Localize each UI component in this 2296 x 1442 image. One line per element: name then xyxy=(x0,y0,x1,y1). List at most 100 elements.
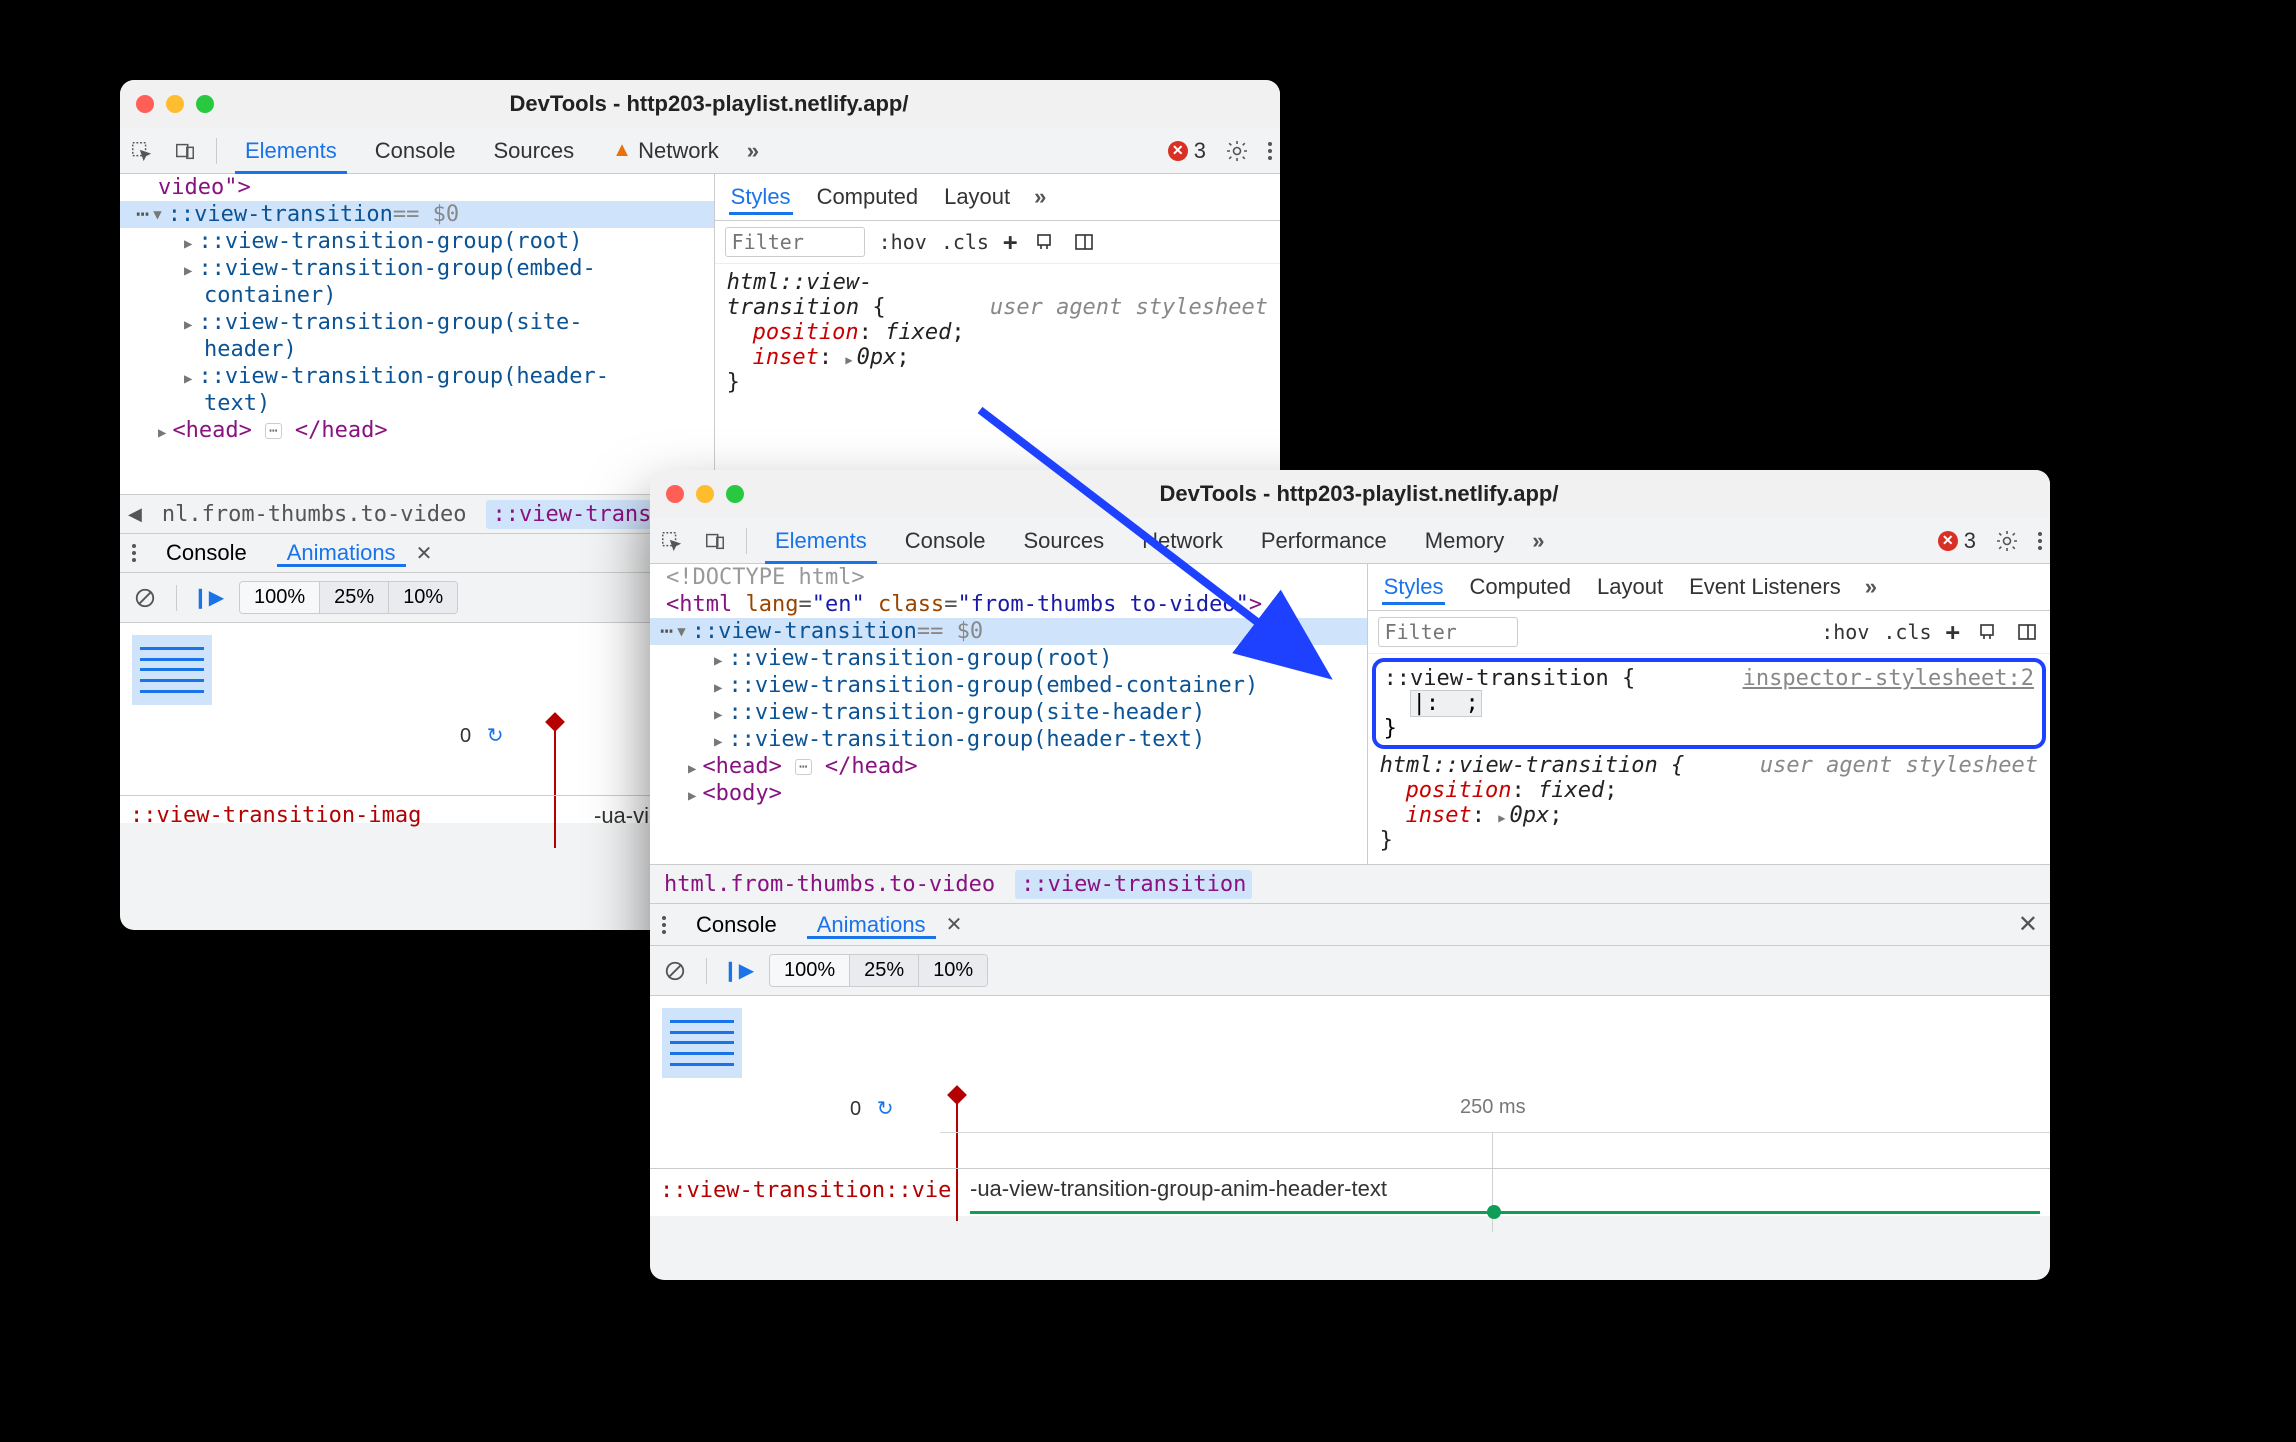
expand-icon[interactable]: ▶ xyxy=(714,707,728,723)
expand-icon[interactable]: ▶ xyxy=(714,653,728,669)
crumb-prev-icon[interactable]: ◀ xyxy=(128,504,142,525)
animation-thumb[interactable] xyxy=(662,1008,742,1078)
minimize-dot[interactable] xyxy=(166,95,184,113)
drawer-tab-console[interactable]: Console xyxy=(686,912,787,938)
tab-network[interactable]: ▲ Network xyxy=(602,128,729,173)
tab-styles[interactable]: Styles xyxy=(729,180,793,214)
track-selector[interactable]: ::view-transition::vie xyxy=(660,1178,951,1203)
titlebar[interactable]: DevTools - http203-playlist.netlify.app/ xyxy=(120,80,1280,128)
tab-computed[interactable]: Computed xyxy=(1467,570,1573,604)
dom-node[interactable]: ::view-transition-group(root) xyxy=(198,229,582,254)
kebab-icon[interactable] xyxy=(1268,142,1272,160)
error-badge[interactable]: ✕3 xyxy=(1168,138,1206,164)
rule-source[interactable]: user agent stylesheet xyxy=(990,295,1268,320)
minimize-dot[interactable] xyxy=(696,485,714,503)
dom-node[interactable]: header) xyxy=(204,337,297,362)
playhead-line[interactable] xyxy=(956,1101,958,1221)
dom-node[interactable]: ::view-transition-group(site- xyxy=(198,310,582,335)
dom-node[interactable]: container) xyxy=(204,283,336,308)
speed-10[interactable]: 10% xyxy=(919,955,987,986)
css-property[interactable]: inset xyxy=(1380,803,1472,828)
device-icon[interactable] xyxy=(172,138,198,164)
breadcrumbs[interactable]: html.from-thumbs.to-video ::view-transit… xyxy=(650,864,2050,904)
tab-styles[interactable]: Styles xyxy=(1382,570,1446,604)
tab-console[interactable]: Console xyxy=(365,128,466,173)
new-css-rule-highlight[interactable]: ::view-transition { inspector-stylesheet… xyxy=(1372,658,2046,749)
speed-100[interactable]: 100% xyxy=(240,582,320,613)
replay-icon[interactable]: ↻ xyxy=(877,1098,894,1120)
rule-source[interactable]: user agent stylesheet xyxy=(1760,753,2038,778)
crumb-item-selected[interactable]: ::view-transition xyxy=(1015,870,1252,899)
dom-node[interactable]: video"> xyxy=(136,175,251,200)
animation-name[interactable]: -ua-view-transition-group-anim-header-te… xyxy=(970,1176,1387,1202)
drawer-tab-console[interactable]: Console xyxy=(156,540,257,566)
styles-filter-input[interactable] xyxy=(1378,617,1518,647)
tab-elements[interactable]: Elements xyxy=(765,518,877,563)
drawer-tab-animations[interactable]: Animations xyxy=(277,540,406,566)
close-drawer-icon[interactable]: ✕ xyxy=(2018,910,2038,939)
tab-sources[interactable]: Sources xyxy=(483,128,584,173)
keyframe-ball-icon[interactable] xyxy=(1487,1205,1501,1219)
dom-node[interactable]: </head> xyxy=(295,418,388,443)
dom-node[interactable]: <!DOCTYPE html> xyxy=(666,565,865,590)
close-dot[interactable] xyxy=(136,95,154,113)
dom-node[interactable]: text) xyxy=(204,391,270,416)
dom-node[interactable]: <head> xyxy=(702,754,781,779)
clear-icon[interactable] xyxy=(132,585,158,611)
animation-timeline[interactable]: 0 ↻ 250 ms ::view-transition::vie -ua-vi… xyxy=(650,996,2050,1216)
inspect-icon[interactable] xyxy=(658,528,684,554)
tab-event-listeners[interactable]: Event Listeners xyxy=(1687,570,1843,604)
animation-thumb[interactable] xyxy=(132,635,212,705)
play-icon[interactable]: ❙▶ xyxy=(195,585,221,611)
dom-tree[interactable]: video"> ⋯ ▼ ::view-transition == $0 ▶::v… xyxy=(120,174,715,494)
expand-icon[interactable]: ▶ xyxy=(688,761,702,777)
expand-icon[interactable]: ▼ xyxy=(153,207,167,223)
cls-button[interactable]: .cls xyxy=(1883,620,1931,644)
expand-icon[interactable]: ▶ xyxy=(184,371,198,387)
panel-layout-icon[interactable] xyxy=(1071,229,1097,255)
dom-node[interactable]: ::view-transition-group(embed- xyxy=(198,256,595,281)
speed-25[interactable]: 25% xyxy=(320,582,389,613)
crumb-item[interactable]: nl.from-thumbs.to-video xyxy=(156,500,473,529)
tab-elements[interactable]: Elements xyxy=(235,128,347,173)
play-icon[interactable]: ❙▶ xyxy=(725,958,751,984)
gear-icon[interactable] xyxy=(1994,528,2020,554)
zoom-dot[interactable] xyxy=(726,485,744,503)
css-property[interactable]: position xyxy=(1380,778,1512,803)
tab-computed[interactable]: Computed xyxy=(815,180,921,214)
playhead-line[interactable] xyxy=(554,728,556,848)
close-tab-icon[interactable]: ✕ xyxy=(946,912,963,937)
expand-icon[interactable]: ▶ xyxy=(184,263,198,279)
clear-icon[interactable] xyxy=(662,958,688,984)
gear-icon[interactable] xyxy=(1224,138,1250,164)
device-icon[interactable] xyxy=(702,528,728,554)
more-tabs-icon[interactable]: » xyxy=(1865,574,1877,600)
expand-icon[interactable]: ▶ xyxy=(158,425,172,441)
dom-node[interactable]: </head> xyxy=(825,754,918,779)
panel-layout-icon[interactable] xyxy=(2014,619,2040,645)
speed-25[interactable]: 25% xyxy=(850,955,919,986)
more-tabs-icon[interactable]: » xyxy=(1532,528,1544,554)
close-tab-icon[interactable]: ✕ xyxy=(416,541,433,566)
track-selector[interactable]: ::view-transition-imag xyxy=(130,803,421,828)
rule-source[interactable]: inspector-stylesheet:2 xyxy=(1743,666,2034,691)
speed-100[interactable]: 100% xyxy=(770,955,850,986)
speed-segmented-control[interactable]: 100% 25% 10% xyxy=(769,954,988,987)
drawer-menu-icon[interactable] xyxy=(662,916,666,934)
zoom-dot[interactable] xyxy=(196,95,214,113)
css-rule[interactable]: html::view-transition { user agent style… xyxy=(1368,753,2050,859)
dom-node[interactable]: ::view-transition-group(header-text) xyxy=(728,727,1205,752)
css-selector[interactable]: ::view-transition { xyxy=(1384,666,1636,691)
expand-icon[interactable]: ▶ xyxy=(714,680,728,696)
replay-icon[interactable]: ↻ xyxy=(487,725,504,747)
expand-icon[interactable]: ▶ xyxy=(688,788,702,804)
new-rule-icon[interactable]: + xyxy=(1946,618,1960,646)
kebab-icon[interactable] xyxy=(2038,532,2042,550)
hov-button[interactable]: :hov xyxy=(879,230,927,254)
tab-memory[interactable]: Memory xyxy=(1415,518,1514,563)
speed-segmented-control[interactable]: 100% 25% 10% xyxy=(239,581,458,614)
css-property[interactable]: position xyxy=(727,320,859,345)
toggle-classes-icon[interactable] xyxy=(1974,619,2000,645)
expand-icon[interactable]: ▶ xyxy=(184,317,198,333)
more-tabs-icon[interactable]: » xyxy=(747,138,759,164)
